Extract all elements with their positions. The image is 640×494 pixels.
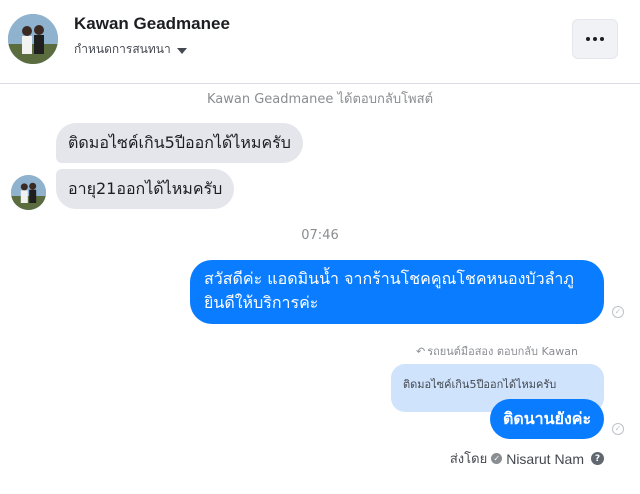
conversation-header: Kawan Geadmanee กำหนดการสนทนา [0, 0, 640, 84]
more-options-button[interactable] [572, 19, 618, 59]
sent-by-line: ส่งโดย ✓ Nisarut Nam ? [450, 448, 604, 469]
timestamp: 07:46 [301, 228, 339, 243]
outgoing-message[interactable]: สวัสดีค่ะ แอดมินน้ำ จากร้านโชคคูณโชคหนอง… [190, 260, 604, 324]
chevron-down-icon [176, 47, 187, 54]
sent-check-icon: ✓ [612, 306, 624, 318]
header-avatar[interactable] [8, 14, 58, 64]
reply-arrow-icon: ↶ [415, 344, 426, 358]
outgoing-message-line: ยินดีให้บริการค่ะ [204, 293, 319, 312]
incoming-message[interactable]: อายุ21ออกได้ไหมครับ [56, 169, 235, 209]
help-icon[interactable]: ? [591, 452, 604, 465]
outgoing-message[interactable]: ติดนานยังค่ะ [490, 399, 604, 439]
conversation-settings-dropdown[interactable]: กำหนดการสนทนา [74, 40, 187, 59]
conversation-settings-label: กำหนดการสนทนา [74, 42, 171, 56]
sender-name: Nisarut Nam [506, 450, 584, 467]
outgoing-message-line: สวัสดีค่ะ แอดมินน้ำ จากร้านโชคคูณโชคหนอง… [204, 269, 574, 288]
contact-name: Kawan Geadmanee [74, 14, 230, 33]
incoming-message[interactable]: ติดมอไซค์เกิน5ปีออกได้ไหมครับ [56, 123, 303, 163]
sent-by-prefix: ส่งโดย [449, 452, 488, 467]
sender-avatar[interactable] [11, 175, 46, 210]
reply-label-text: รถยนต์มือสอง ตอบกลับ Kawan [427, 345, 578, 358]
more-horizontal-icon [586, 37, 590, 41]
reply-label: ↶ รถยนต์มือสอง ตอบกลับ Kawan [416, 342, 578, 360]
post-reply-notice: Kawan Geadmanee ได้ตอบกลับโพสต์ [206, 92, 434, 107]
sent-check-icon: ✓ [612, 423, 624, 435]
check-circle-icon: ✓ [491, 453, 503, 464]
